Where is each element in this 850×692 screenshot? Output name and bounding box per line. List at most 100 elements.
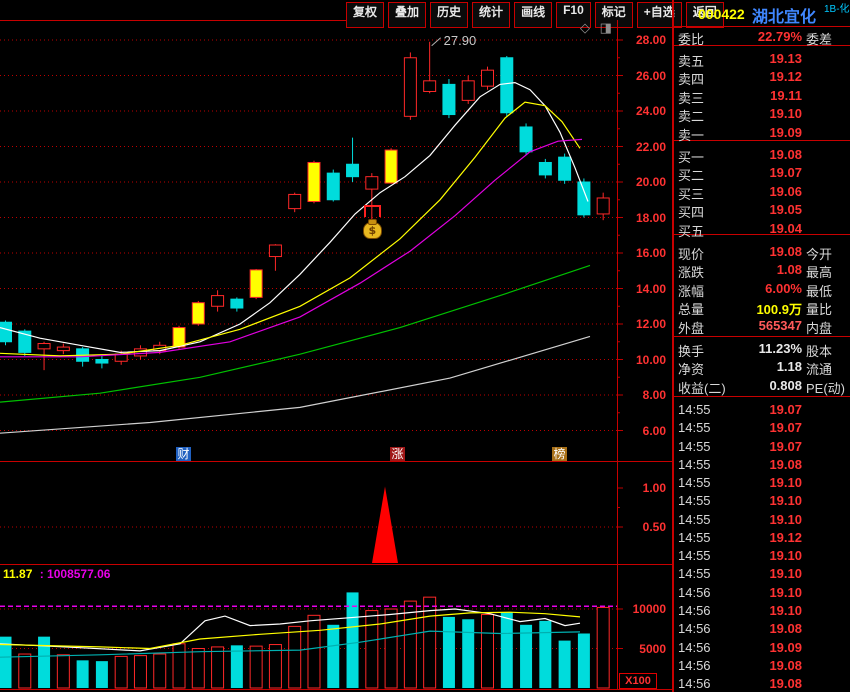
tape-price: 19.07: [769, 438, 802, 454]
chart-tag-涨[interactable]: 涨: [390, 447, 405, 462]
volume-bar: [384, 608, 398, 689]
candle-body: [500, 57, 514, 114]
tape-row: 14:55 19.07: [674, 402, 850, 419]
price-axis-label: 16.00: [635, 246, 666, 260]
info-row-right-label: 内盘: [806, 320, 833, 336]
price-axis-label: 28.00: [635, 33, 666, 47]
volume-bar: [327, 624, 340, 688]
volume-bar: [596, 606, 610, 689]
bid-row-value: 19.05: [769, 202, 802, 218]
stock-terminal-window: 复权叠加历史统计画线F10标记+自选返回 000422 湖北宜化 1B-化工 ◇…: [0, 0, 850, 692]
info-row: 外盘 565347 内盘: [674, 318, 850, 336]
moneybag-knot: [367, 219, 377, 226]
volume-bar: [95, 661, 108, 688]
info-row-value: 6.00%: [765, 280, 802, 296]
tape-row: 14:55 19.10: [674, 512, 850, 529]
tape-row: 14:56 19.08: [674, 658, 850, 675]
tape-price: 19.10: [769, 493, 802, 509]
tape-row: 14:56 19.09: [674, 640, 850, 657]
pane-divider-1: [0, 461, 672, 462]
volume-amount-value: : 1008577.06: [39, 567, 111, 581]
candle-body: [384, 149, 398, 184]
volume-axis-label: 10000: [632, 602, 666, 616]
tape-price: 19.10: [769, 548, 802, 564]
price-axis-label: 24.00: [635, 104, 666, 118]
candle-body: [519, 126, 533, 153]
ask-row-value: 19.11: [770, 87, 802, 103]
tape-price: 19.10: [769, 475, 802, 491]
tape-price: 19.10: [769, 511, 802, 527]
financial-row-right-label: 流通: [806, 362, 833, 378]
bid-row[interactable]: 买一 19.08: [674, 147, 850, 165]
weibi-value: 22.79%: [757, 29, 802, 44]
bid-row[interactable]: 买四 19.05: [674, 202, 850, 220]
kline-chart[interactable]: [0, 20, 617, 462]
chart-tag-财[interactable]: 财: [176, 447, 191, 462]
moneybag-icon: $: [362, 219, 382, 240]
weibi-row: 委比 22.79% 委差: [674, 29, 850, 47]
tape-price: 19.12: [769, 529, 802, 545]
financial-row-value: 11.23%: [758, 341, 802, 356]
volume-bar: [558, 640, 571, 688]
candle-body: [268, 244, 282, 258]
high-pointer-line: [431, 37, 441, 47]
bid-row[interactable]: 买二 19.07: [674, 165, 850, 183]
buy-signal-bracket-icon: [363, 205, 381, 218]
volume-bar: [520, 624, 533, 688]
volume-chart[interactable]: [0, 565, 617, 689]
tape-row: 14:55 19.10: [674, 548, 850, 565]
MA-mid-yellow: [0, 101, 581, 357]
ask-row[interactable]: 卖三 19.11: [674, 87, 850, 106]
candle-body: [37, 343, 51, 350]
financial-row-value: 1.18: [776, 359, 802, 375]
candle-body: [230, 298, 244, 309]
volume-bar: [172, 643, 186, 689]
candle-body: [211, 295, 225, 307]
weicha-label: 委差: [806, 32, 833, 47]
volume-ratio-value: 11.87: [3, 567, 33, 581]
signal-indicator-chart[interactable]: [0, 462, 617, 564]
volume-bar: [211, 646, 225, 689]
bid-row[interactable]: 买三 19.06: [674, 184, 850, 202]
volume-bar: [18, 653, 32, 689]
tape-row: 14:55 19.10: [674, 493, 850, 510]
candle-body: [596, 197, 610, 215]
buy-signal-triangle: [372, 486, 398, 563]
volume-bar: [539, 620, 552, 688]
info-row-value: 100.9万: [756, 302, 802, 318]
tape-row: 14:56 19.10: [674, 585, 850, 602]
volume-bar: [114, 655, 128, 689]
candle-body: [403, 57, 417, 117]
candle-body: [95, 359, 109, 364]
ask-row[interactable]: 卖五 19.13: [674, 51, 850, 69]
bid-row-value: 19.07: [769, 165, 802, 181]
bid-row-value: 19.04: [769, 220, 802, 236]
high-price-annotation: 27.90: [443, 33, 477, 48]
indicator-axis-label: 0.50: [642, 520, 666, 534]
chart-tag-榜[interactable]: 榜: [552, 447, 567, 462]
bid-row[interactable]: 买五 19.04: [674, 220, 850, 239]
candle-body: [442, 83, 456, 116]
info-row-right-label: 量比: [806, 302, 833, 318]
candle-body: [56, 346, 70, 352]
price-axis-label: 18.00: [635, 210, 666, 225]
ask-row[interactable]: 卖一 19.09: [674, 125, 850, 143]
ask-row[interactable]: 卖二 19.10: [674, 106, 850, 124]
volume-bar: [249, 645, 263, 689]
candle-body: [461, 80, 475, 101]
volume-bar: [307, 614, 321, 689]
financial-row-right-label: PE(动): [806, 380, 846, 396]
info-row: 涨跌 1.08 最高: [674, 262, 850, 280]
tape-row: 14:55 19.10: [674, 566, 850, 583]
price-axis-label: 26.00: [635, 68, 666, 83]
tape-price: 19.09: [769, 639, 802, 655]
tape-row: 14:55 19.07: [674, 439, 850, 456]
candle-body: [423, 80, 437, 92]
volume-bar: [365, 610, 379, 689]
candle-body: [288, 193, 302, 210]
MA-60-green: [0, 264, 591, 403]
candle-body: [133, 348, 147, 357]
info-row-value: 1.08: [776, 262, 802, 278]
tape-price: 19.08: [769, 456, 802, 472]
ask-row[interactable]: 卖四 19.12: [674, 69, 850, 87]
